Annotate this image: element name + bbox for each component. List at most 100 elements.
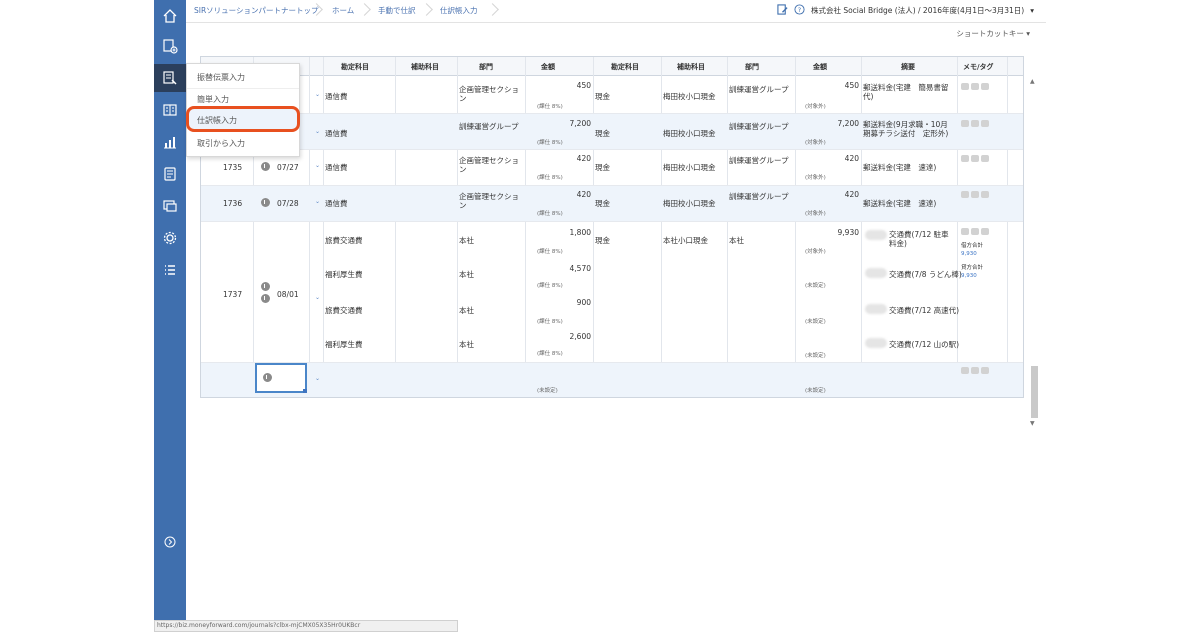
- expand-sidebar-icon[interactable]: [154, 528, 186, 556]
- memo-tag-icons[interactable]: [961, 228, 997, 236]
- debit-dept[interactable]: 企画管理セクション: [459, 192, 523, 210]
- debit-account[interactable]: 通信費: [325, 163, 348, 172]
- chevron-down-icon[interactable]: ⌄: [315, 198, 320, 205]
- entry-status-icon[interactable]: [261, 282, 270, 291]
- settings-gear-icon[interactable]: [154, 224, 186, 252]
- debit-amount[interactable]: 1,800: [527, 228, 591, 237]
- table-row-group[interactable]: 1737 08/01 ⌄ 旅費交通費 本社 1,800 (課仕 8%) 福利厚生…: [201, 222, 1023, 363]
- credit-amount[interactable]: 7,200: [801, 119, 859, 128]
- table-row[interactable]: 1735 07/27 ⌄ 通信費 企画管理セクション 420 (課仕 8%) 現…: [201, 150, 1023, 186]
- credit-account[interactable]: 現金: [595, 236, 610, 245]
- chevron-down-icon[interactable]: ⌄: [315, 375, 320, 382]
- memo-tag-icons[interactable]: [961, 120, 997, 128]
- breadcrumb-item-top[interactable]: SIRソリューションパートナートップ: [194, 5, 319, 16]
- credit-dept[interactable]: 訓練運営グループ: [729, 122, 793, 131]
- scroll-thumb[interactable]: [1031, 366, 1038, 418]
- description[interactable]: 郵送料金(9月求職・10月期募チラシ送付 定形外): [863, 120, 955, 138]
- debit-amount[interactable]: 4,570: [527, 264, 591, 273]
- home-icon[interactable]: [154, 2, 186, 30]
- debit-account[interactable]: 旅費交通費: [325, 236, 363, 245]
- entry-date[interactable]: 08/01: [277, 290, 299, 299]
- debit-dept[interactable]: 本社: [459, 236, 474, 245]
- entry-status-icon[interactable]: [261, 198, 270, 207]
- memo-tag-icons[interactable]: [961, 367, 997, 375]
- description[interactable]: 交通費(7/8 うどん棒): [889, 270, 962, 279]
- credit-amount[interactable]: 9,930: [801, 228, 859, 237]
- breadcrumb-item-manual[interactable]: 手動で仕訳: [378, 5, 416, 16]
- document-icon[interactable]: [154, 160, 186, 188]
- window-icon[interactable]: [154, 192, 186, 220]
- entry-status-icon[interactable]: [261, 162, 270, 171]
- credit-account[interactable]: 現金: [595, 129, 610, 138]
- entry-date[interactable]: 07/27: [277, 163, 299, 172]
- debit-amount[interactable]: 2,600: [527, 332, 591, 341]
- new-journal-icon[interactable]: [154, 32, 186, 60]
- edit-icon[interactable]: [777, 4, 788, 17]
- grid-scrollbar[interactable]: ▲ ▼: [1028, 78, 1040, 428]
- debit-account[interactable]: 福利厚生費: [325, 340, 363, 349]
- menu-item-from-transaction[interactable]: 取引から入力: [197, 138, 245, 149]
- credit-sub[interactable]: 梅田校小口現金: [663, 129, 716, 138]
- description[interactable]: 交通費(7/12 山の駅): [889, 340, 959, 349]
- credit-dept[interactable]: 訓練運営グループ: [729, 156, 793, 165]
- credit-sub[interactable]: 本社小口現金: [663, 236, 708, 245]
- table-row[interactable]: 1736 07/28 ⌄ 通信費 企画管理セクション 420 (課仕 8%) 現…: [201, 186, 1023, 222]
- debit-dept[interactable]: 本社: [459, 340, 474, 349]
- table-row[interactable]: ⌄ 通信費 訓練運営グループ 7,200 (課仕 8%) 現金 梅田校小口現金 …: [201, 114, 1023, 150]
- scroll-down-icon[interactable]: ▼: [1030, 420, 1035, 427]
- debit-dept[interactable]: 企画管理セクション: [459, 156, 523, 174]
- menu-item-transfer-slip[interactable]: 振替伝票入力: [197, 72, 245, 83]
- chevron-down-icon[interactable]: ⌄: [315, 162, 320, 169]
- credit-sub[interactable]: 梅田校小口現金: [663, 92, 716, 101]
- debit-account[interactable]: 旅費交通費: [325, 306, 363, 315]
- new-entry-row[interactable]: ⌄ (未設定) (未設定): [201, 363, 1023, 397]
- credit-account[interactable]: 現金: [595, 163, 610, 172]
- description[interactable]: 郵送料金(宅建 速達): [863, 199, 936, 208]
- menu-item-journal-entry[interactable]: 仕訳帳入力: [197, 115, 237, 126]
- debit-account[interactable]: 通信費: [325, 129, 348, 138]
- debit-account[interactable]: 福利厚生費: [325, 270, 363, 279]
- credit-amount[interactable]: 420: [801, 190, 859, 199]
- scroll-up-icon[interactable]: ▲: [1030, 78, 1035, 85]
- credit-dept[interactable]: 本社: [729, 236, 744, 245]
- chevron-down-icon[interactable]: ⌄: [315, 91, 320, 98]
- chevron-down-icon[interactable]: ⌄: [315, 128, 320, 135]
- memo-tag-icons[interactable]: [961, 155, 997, 163]
- description[interactable]: 郵送料金(宅建 速達): [863, 163, 936, 172]
- credit-amount[interactable]: 420: [801, 154, 859, 163]
- ledger-icon[interactable]: [154, 96, 186, 124]
- chevron-down-icon[interactable]: ▾: [1030, 6, 1034, 15]
- description[interactable]: 交通費(7/12 駐車料金): [889, 230, 955, 248]
- debit-amount[interactable]: 450: [527, 81, 591, 92]
- credit-amount[interactable]: 450: [801, 81, 859, 90]
- entry-status-icon[interactable]: [263, 373, 272, 382]
- debit-amount[interactable]: 420: [527, 190, 591, 199]
- chevron-down-icon[interactable]: ⌄: [315, 294, 320, 301]
- entry-status-icon[interactable]: [261, 294, 270, 303]
- credit-account[interactable]: 現金: [595, 92, 610, 101]
- shortcut-key-link[interactable]: ショートカットキー ▾: [956, 28, 1030, 39]
- list-icon[interactable]: [154, 256, 186, 284]
- debit-dept[interactable]: 本社: [459, 306, 474, 315]
- debit-amount[interactable]: 900: [527, 298, 591, 307]
- report-chart-icon[interactable]: [154, 128, 186, 156]
- debit-account[interactable]: 通信費: [325, 92, 348, 101]
- debit-account[interactable]: 通信費: [325, 199, 348, 208]
- help-icon[interactable]: ?: [794, 4, 805, 17]
- credit-account[interactable]: 現金: [595, 199, 610, 208]
- description[interactable]: 交通費(7/12 高速代): [889, 306, 959, 315]
- table-row[interactable]: ⌄ 通信費 企画管理セクション 450 (課仕 8%) 現金 梅田校小口現金 訓…: [201, 75, 1023, 114]
- credit-sub[interactable]: 梅田校小口現金: [663, 163, 716, 172]
- debit-dept[interactable]: 本社: [459, 270, 474, 279]
- memo-tag-icons[interactable]: [961, 191, 997, 199]
- memo-tag-icons[interactable]: [961, 83, 997, 91]
- breadcrumb-item-home[interactable]: ホーム: [332, 5, 354, 16]
- debit-amount[interactable]: 420: [527, 154, 591, 163]
- debit-amount[interactable]: 7,200: [527, 119, 591, 128]
- debit-dept[interactable]: 訓練運営グループ: [459, 122, 523, 131]
- menu-item-simple-entry[interactable]: 簡単入力: [197, 94, 229, 105]
- debit-dept[interactable]: 企画管理セクション: [459, 85, 523, 103]
- credit-dept[interactable]: 訓練運営グループ: [729, 85, 793, 94]
- date-input-cell[interactable]: [255, 363, 307, 393]
- manual-journal-icon[interactable]: [154, 64, 186, 92]
